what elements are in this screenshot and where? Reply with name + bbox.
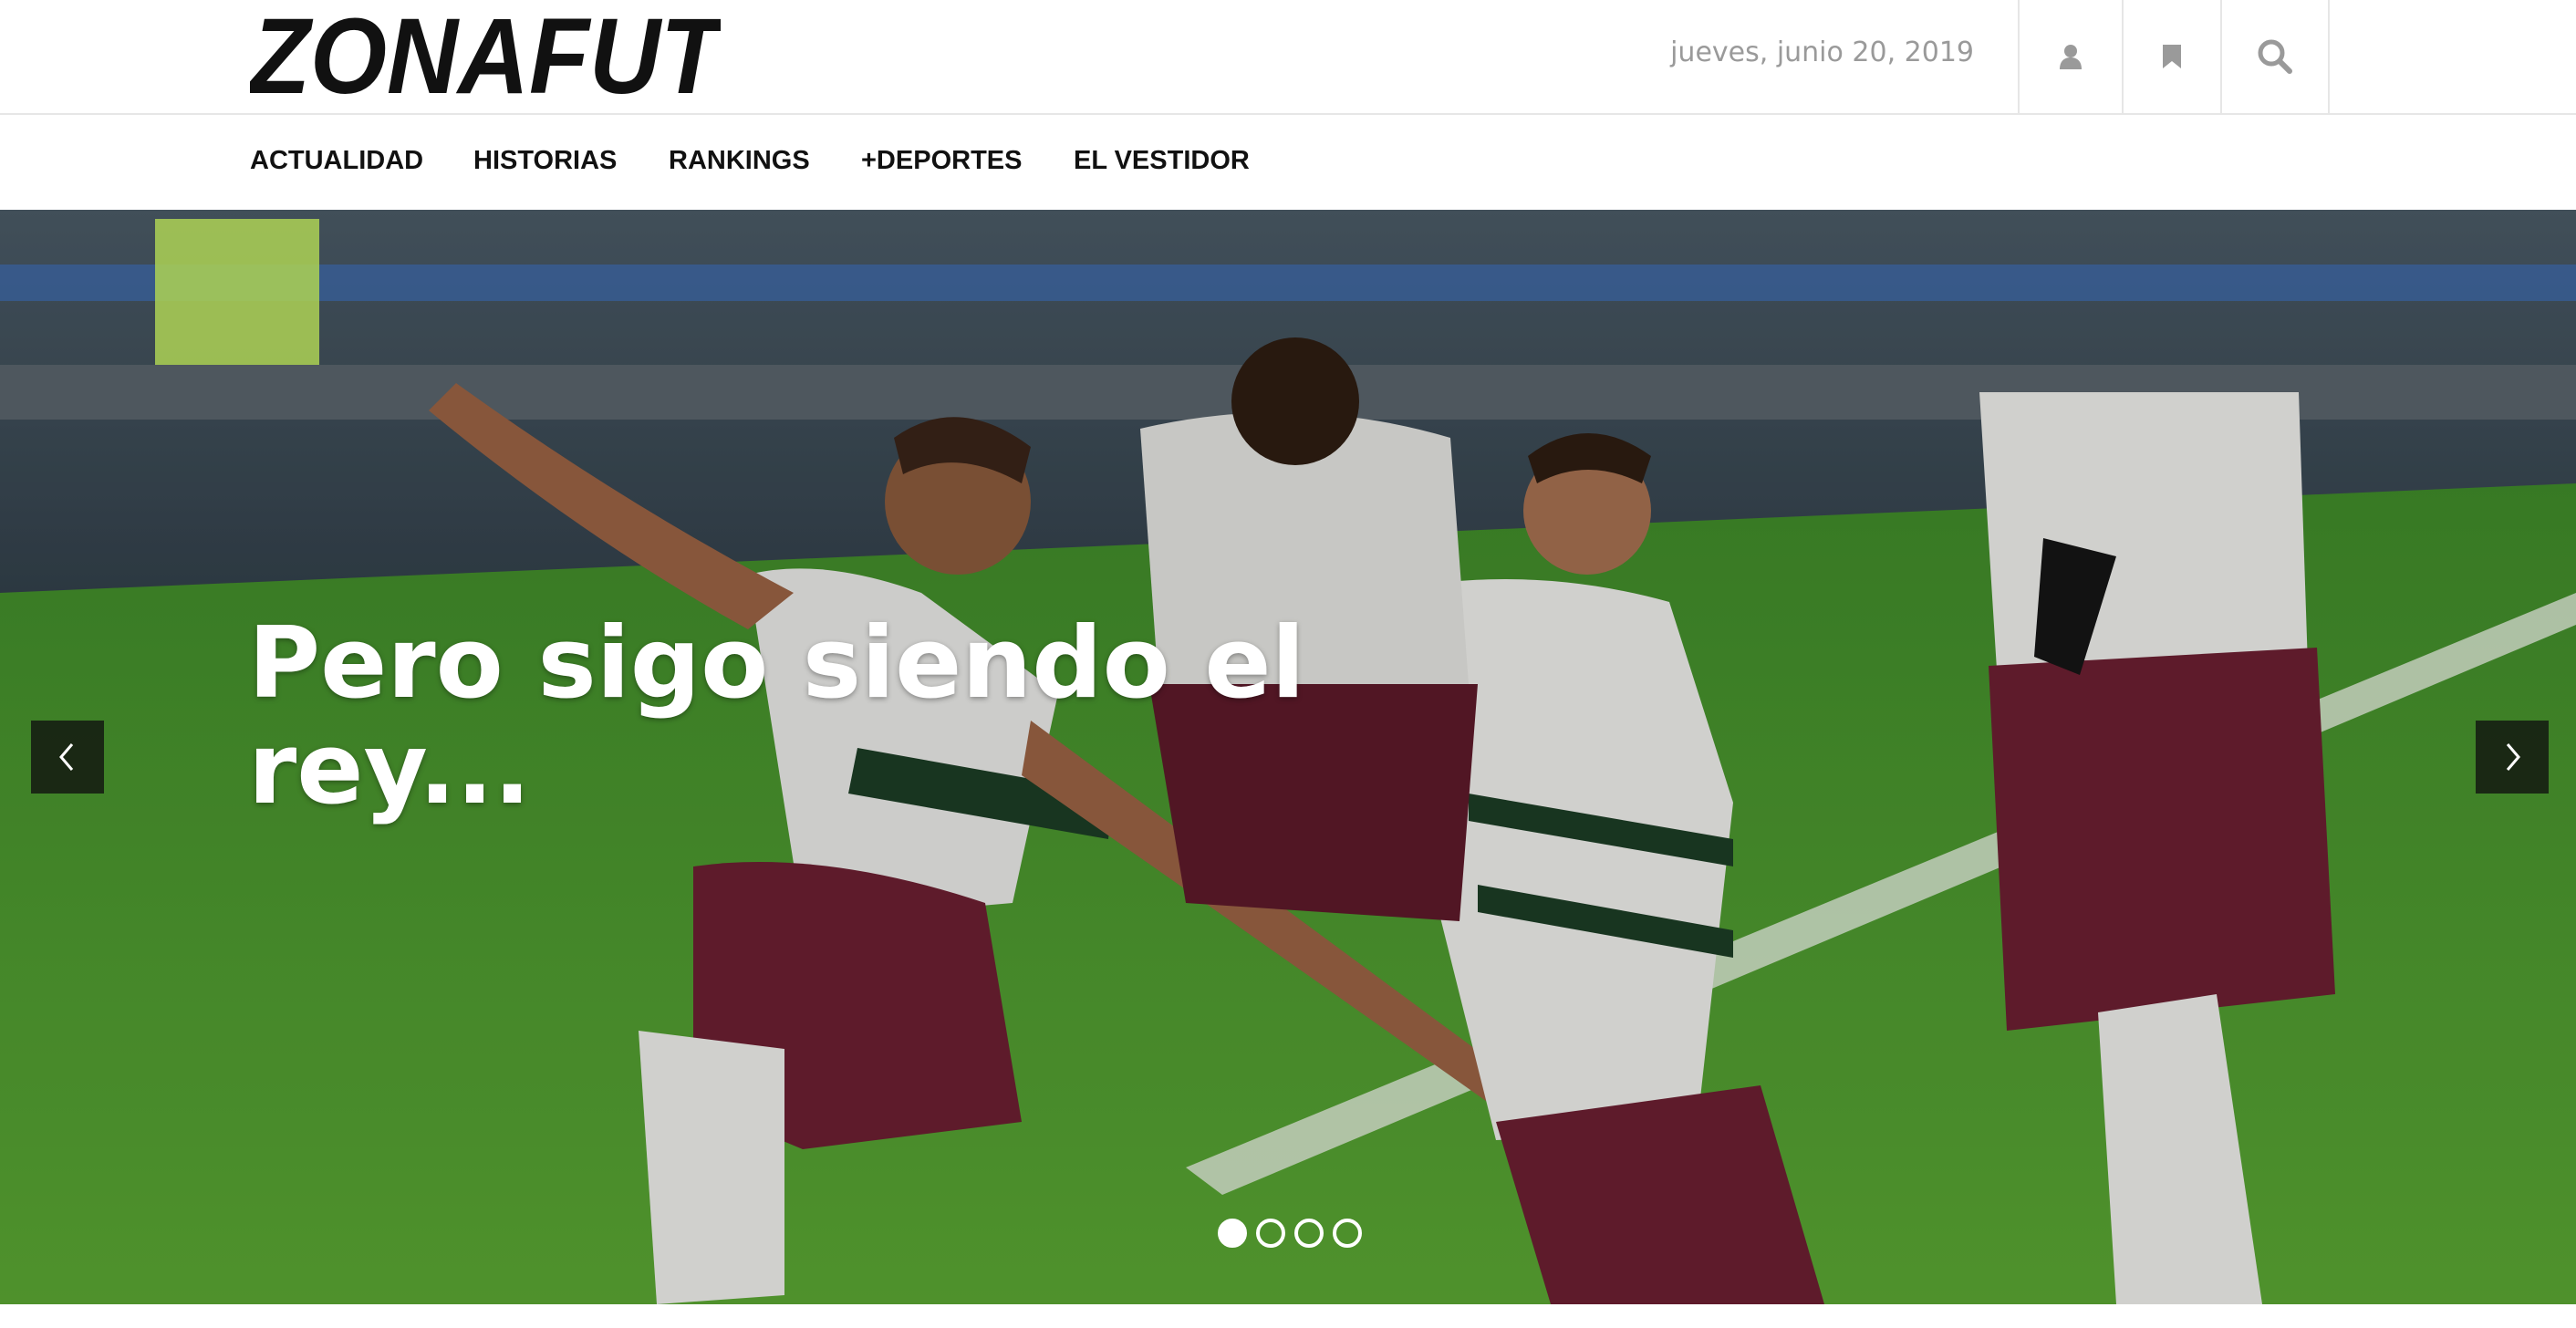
slide-dot-3[interactable] (1294, 1219, 1324, 1248)
bookmarks-button[interactable] (2122, 0, 2220, 113)
current-date: jueves, junio 20, 2019 (1670, 36, 1974, 68)
chevron-right-icon (2506, 743, 2520, 771)
logo-text: ZONAFUT (250, 7, 721, 100)
hero-headline[interactable]: Pero sigo siendo el rey... (248, 611, 1343, 823)
main-nav: ACTUALIDAD HISTORIAS RANKINGS +DEPORTES … (0, 115, 2576, 210)
bookmark-icon (2163, 45, 2181, 68)
nav-item-rankings[interactable]: RANKINGS (669, 146, 810, 176)
account-button[interactable] (2018, 0, 2122, 113)
site-logo[interactable]: ZONAFUT (250, 7, 721, 100)
slide-dot-2[interactable] (1256, 1219, 1285, 1248)
slide-dot-4[interactable] (1333, 1219, 1362, 1248)
search-button[interactable] (2220, 0, 2330, 113)
logo-wordmark: ZONAFUT (250, 7, 721, 100)
top-header: ZONAFUT jueves, junio 20, 2019 (0, 0, 2576, 115)
slide-dot-1[interactable] (1218, 1219, 1247, 1248)
hero-slider: Pero sigo siendo el rey... (0, 210, 2576, 1304)
nav-item-el-vestidor[interactable]: EL VESTIDOR (1074, 146, 1250, 176)
nav-item-actualidad[interactable]: ACTUALIDAD (250, 146, 423, 176)
user-icon (2060, 45, 2082, 69)
search-icon (2258, 39, 2292, 74)
nav-item-historias[interactable]: HISTORIAS (473, 146, 617, 176)
slider-prev-button[interactable] (31, 721, 104, 794)
slider-next-button[interactable] (2476, 721, 2549, 794)
nav-item-deportes[interactable]: +DEPORTES (861, 146, 1022, 176)
chevron-left-icon (59, 743, 74, 771)
slider-pagination (1218, 1219, 1364, 1251)
